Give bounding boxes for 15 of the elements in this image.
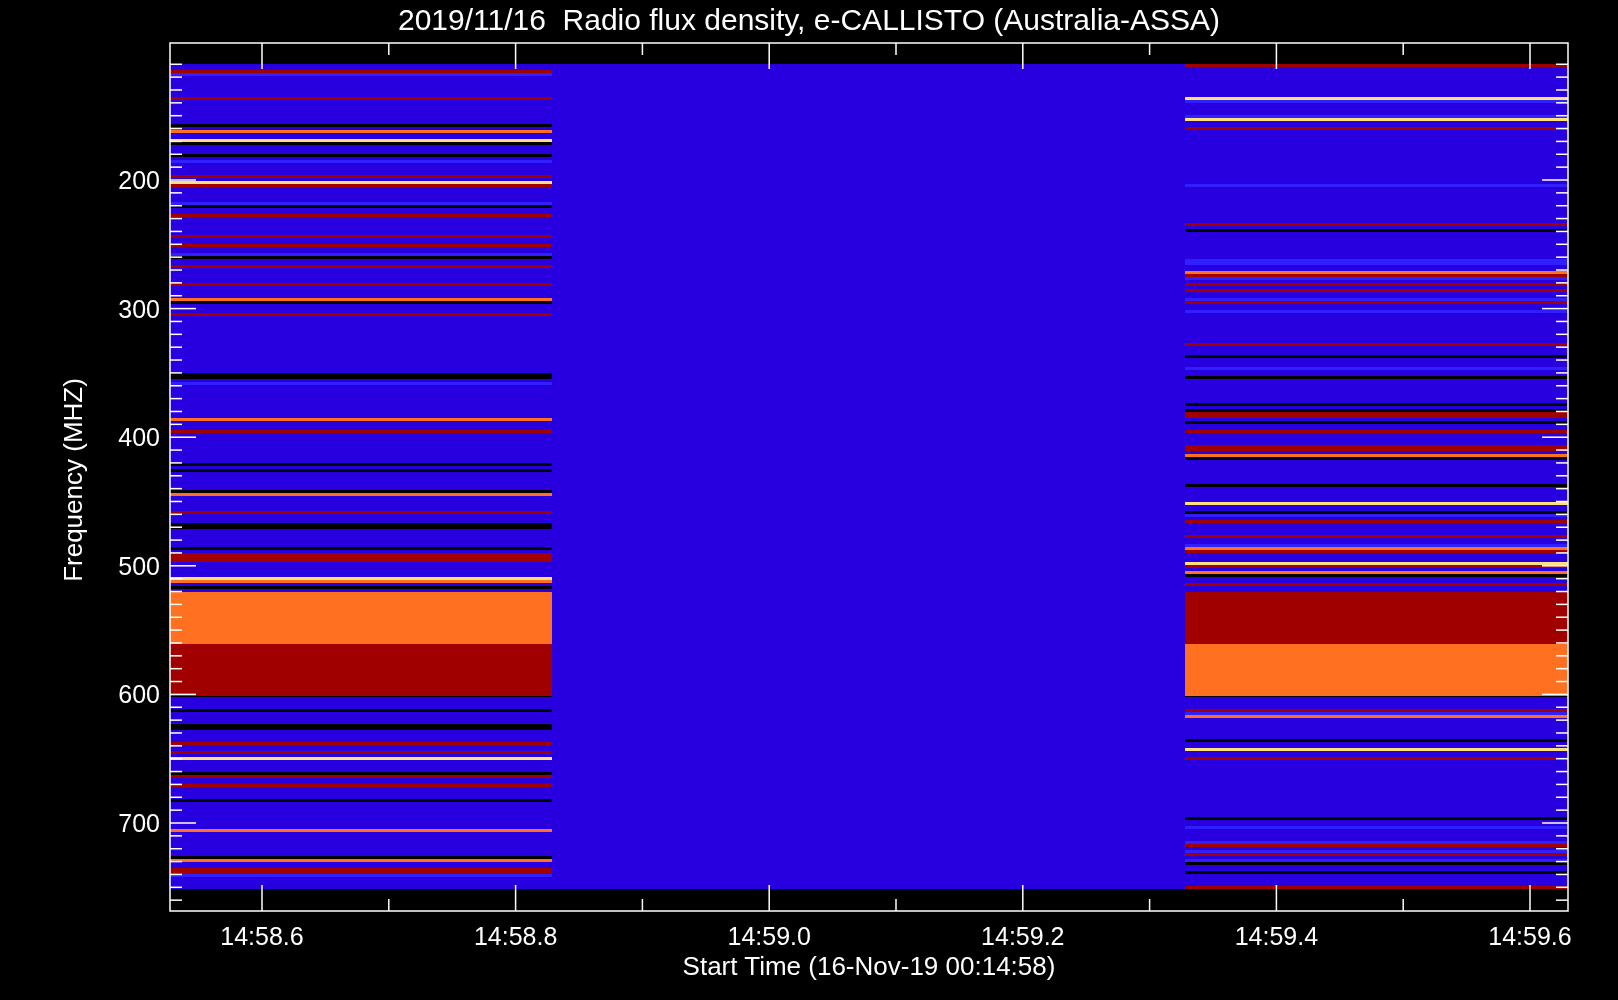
x-tick-label: 14:59.4 xyxy=(1234,922,1319,950)
x-tick-label: 14:59.6 xyxy=(1488,922,1572,950)
y-tick-label: 600 xyxy=(118,680,160,709)
x-tick-label: 14:58.8 xyxy=(473,922,558,950)
y-tick-label: 300 xyxy=(118,294,160,323)
y-tick-label: 500 xyxy=(118,551,160,580)
y-tick-label: 200 xyxy=(118,166,160,194)
chart-title: 2019/11/16 Radio flux density, e-CALLISTO (Australia-ASSA) xyxy=(397,3,1221,36)
y-tick-label: 700 xyxy=(118,809,160,837)
x-tick-label: 14:58.6 xyxy=(220,922,304,950)
y-tick-label: 400 xyxy=(118,423,160,452)
x-tick-label: 14:59.0 xyxy=(727,922,811,950)
x-axis-label: Start Time (16-Nov-19 00:14:58) xyxy=(682,951,1056,981)
y-axis-label: Frequency (MHZ) xyxy=(58,378,88,582)
x-tick-label: 14:59.2 xyxy=(981,922,1065,950)
